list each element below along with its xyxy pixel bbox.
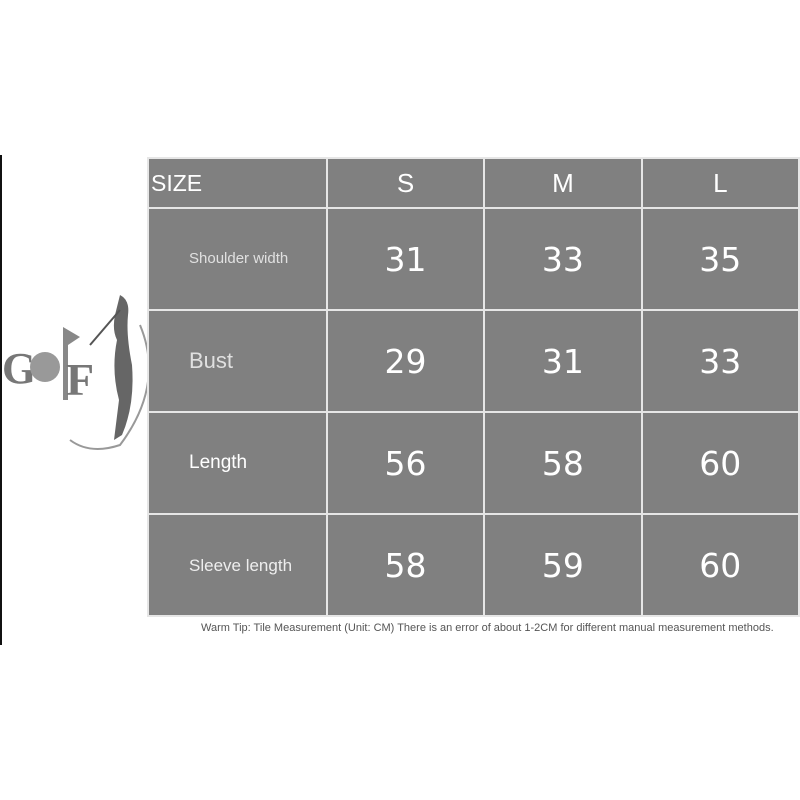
row-label: Shoulder width xyxy=(147,207,328,311)
table-row: Length 56 58 60 xyxy=(147,411,800,515)
table-cell: 60 xyxy=(640,411,800,515)
table-cell: 31 xyxy=(483,309,643,413)
table-cell: 59 xyxy=(483,513,643,617)
table-cell: 58 xyxy=(325,513,486,617)
size-chart-table: SIZE S M L Shoulder width 31 33 35 Bust … xyxy=(147,157,800,617)
table-cell: 56 xyxy=(325,411,486,515)
table-cell: 33 xyxy=(483,207,643,311)
table-cell: 35 xyxy=(640,207,800,311)
table-cell: 31 xyxy=(325,207,486,311)
svg-text:F: F xyxy=(66,354,94,405)
size-s-header: S xyxy=(325,157,486,209)
size-l-header: L xyxy=(640,157,800,209)
table-row: Bust 29 31 33 xyxy=(147,309,800,413)
size-header: SIZE xyxy=(147,157,328,209)
measurement-tip: Warm Tip: Tile Measurement (Unit: CM) Th… xyxy=(201,622,774,634)
table-row: Sleeve length 58 59 60 xyxy=(147,513,800,617)
table-cell: 58 xyxy=(483,411,643,515)
table-cell: 29 xyxy=(325,309,486,413)
table-row: Shoulder width 31 33 35 xyxy=(147,207,800,311)
size-m-header: M xyxy=(483,157,643,209)
row-label: Bust xyxy=(147,309,328,413)
row-label: Length xyxy=(147,411,328,515)
table-cell: 33 xyxy=(640,309,800,413)
row-label: Sleeve length xyxy=(147,513,328,617)
golf-logo-icon: G F xyxy=(2,295,150,450)
table-header-row: SIZE S M L xyxy=(147,157,800,209)
table-cell: 60 xyxy=(640,513,800,617)
